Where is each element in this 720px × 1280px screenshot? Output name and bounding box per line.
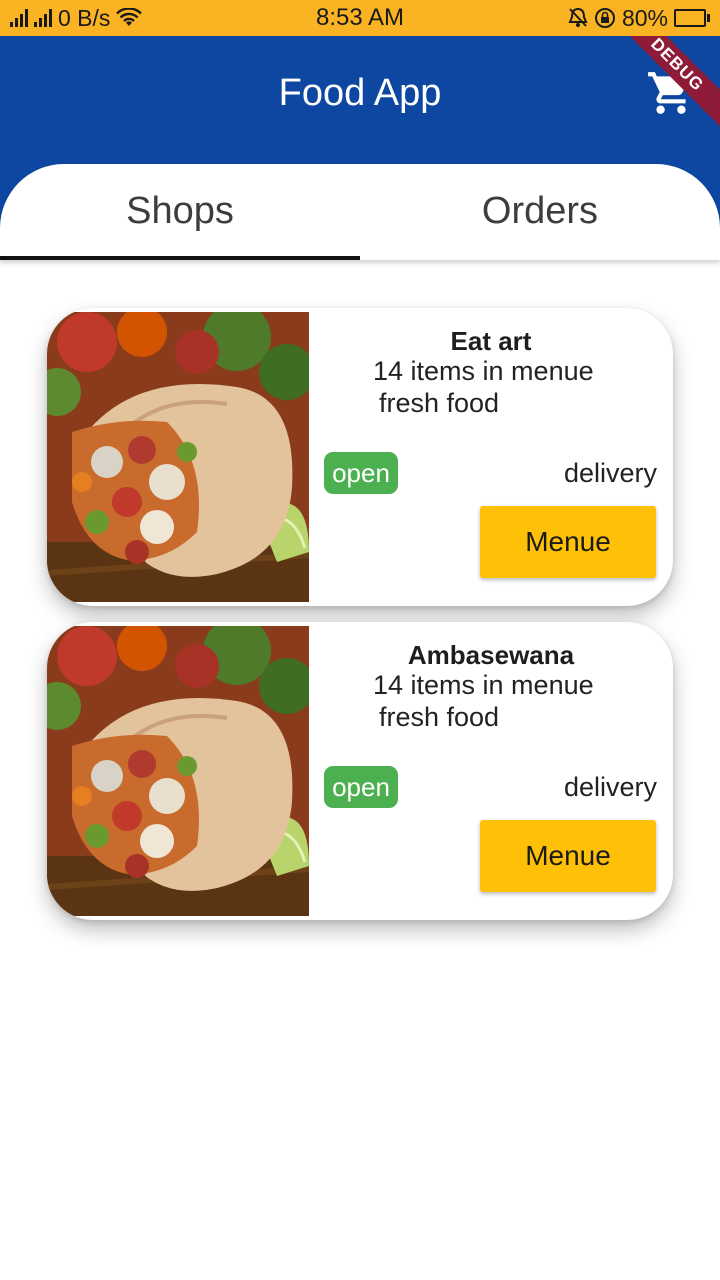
app-title: Food App bbox=[278, 72, 442, 114]
menu-button[interactable]: Menue bbox=[480, 506, 656, 578]
battery-percent: 80% bbox=[621, 4, 668, 31]
menu-button[interactable]: Menue bbox=[480, 820, 656, 892]
tab-bar: Shops Orders bbox=[0, 164, 720, 260]
status-right: 80% bbox=[568, 4, 710, 32]
shop-info: Eat art 14 items in menue fresh food ope… bbox=[309, 308, 673, 606]
mute-bell-icon bbox=[568, 7, 588, 27]
status-badge: open bbox=[324, 766, 398, 808]
status-bar: 0 B/s 8:53 AM 80% bbox=[0, 0, 720, 36]
delivery-label: delivery bbox=[563, 772, 657, 802]
rotation-lock-icon bbox=[594, 8, 615, 28]
tab-indicator bbox=[0, 256, 360, 260]
shop-card[interactable]: Ambasewana 14 items in menue fresh food … bbox=[47, 622, 673, 920]
shop-name: Ambasewana bbox=[407, 640, 575, 670]
delivery-label: delivery bbox=[563, 458, 657, 488]
shop-image bbox=[47, 626, 309, 916]
shop-image bbox=[47, 312, 309, 602]
battery-icon bbox=[674, 9, 710, 27]
tab-shops[interactable]: Shops bbox=[0, 164, 360, 260]
shop-item-count: 14 items in menue bbox=[373, 356, 594, 386]
shop-item-count: 14 items in menue bbox=[373, 670, 594, 700]
shop-description: fresh food bbox=[379, 388, 500, 418]
status-badge: open bbox=[324, 452, 398, 494]
shop-name: Eat art bbox=[450, 326, 532, 356]
shop-description: fresh food bbox=[379, 702, 500, 732]
shop-card[interactable]: Eat art 14 items in menue fresh food ope… bbox=[47, 308, 673, 606]
shop-info: Ambasewana 14 items in menue fresh food … bbox=[309, 622, 673, 920]
tab-orders[interactable]: Orders bbox=[360, 164, 720, 260]
